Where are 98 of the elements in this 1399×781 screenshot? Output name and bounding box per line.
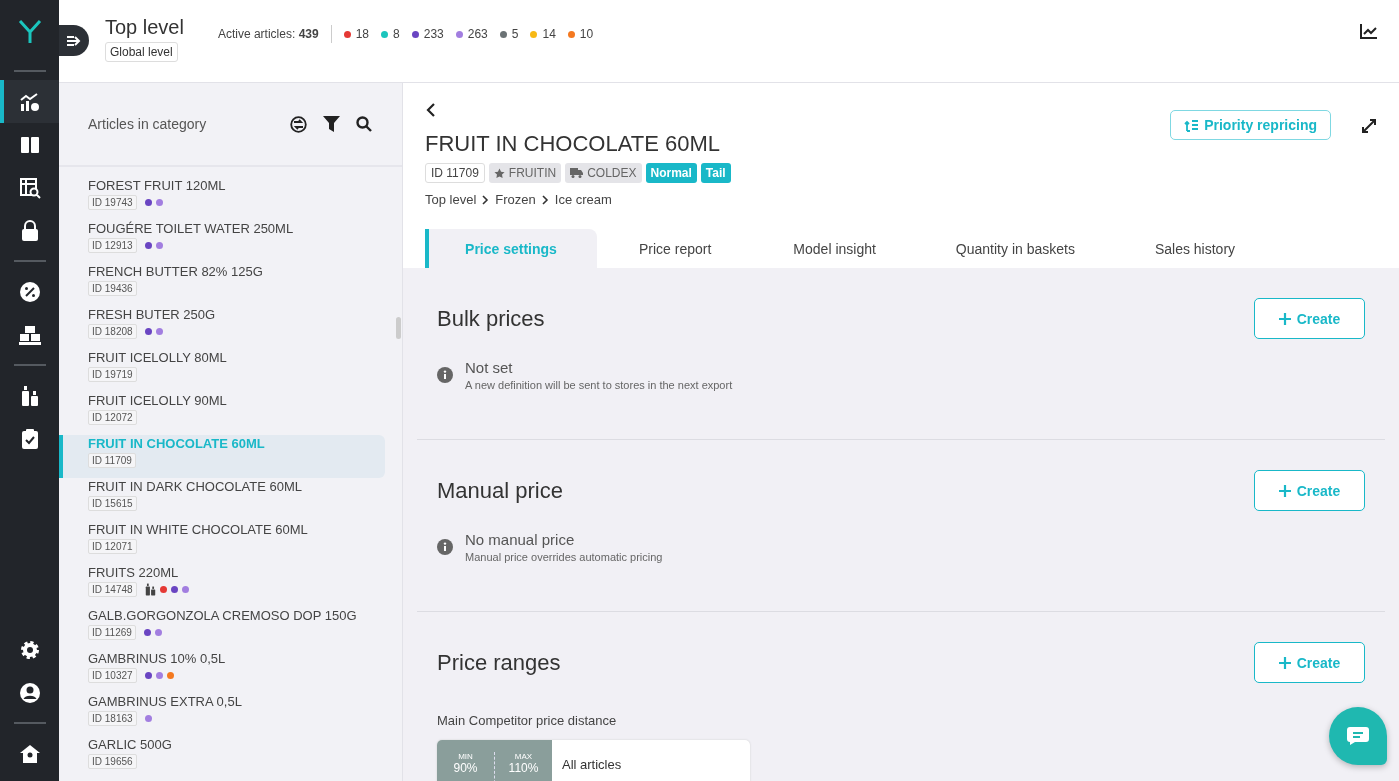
article-id: ID 18163 (88, 711, 137, 726)
table-search-icon (18, 176, 41, 199)
article-id: ID 11709 (88, 453, 136, 468)
chat-icon (1346, 726, 1370, 746)
logo-icon[interactable] (16, 18, 43, 44)
collapse-button[interactable] (59, 25, 89, 56)
article-id: ID 15615 (88, 496, 137, 511)
article-id: ID 12071 (88, 539, 137, 554)
tab[interactable]: Sales history (1114, 229, 1276, 268)
range-label: Main Competitor price distance (437, 713, 618, 728)
tab[interactable]: Quantity in baskets (915, 229, 1115, 268)
article-item[interactable]: GARLIC 500G ID 19656 (59, 736, 385, 779)
article-id: ID 11269 (88, 625, 136, 640)
plus-icon (1278, 312, 1291, 325)
article-id: ID 19719 (88, 367, 137, 382)
brand-tag: FRUITIN (488, 163, 562, 183)
filter-icon[interactable] (323, 116, 340, 132)
max-value: 110% (508, 761, 539, 775)
section-title: Bulk prices (437, 305, 545, 332)
info-icon (437, 367, 453, 383)
article-id: ID 19436 (88, 281, 137, 296)
info-title: Not set (465, 359, 514, 376)
article-item[interactable]: FRUITS 220ML ID 14748 (59, 564, 385, 607)
tab[interactable]: Model insight (753, 229, 916, 268)
clipboard-check-icon (20, 427, 39, 450)
article-item[interactable]: FRESH BUTER 250G ID 18208 (59, 306, 385, 349)
article-item[interactable]: FRUIT IN CHOCOLATE 60ML ID 11709 (59, 435, 385, 478)
section-title: Price ranges (437, 649, 561, 676)
range-scope: All articles (562, 756, 622, 772)
repricing-icon (1184, 118, 1199, 132)
active-articles-count: Active articles: 439 (217, 27, 319, 41)
page-title: Top level (105, 16, 184, 39)
max-label: MAX (514, 752, 533, 761)
settings-icon (18, 638, 41, 661)
scrollbar-thumb[interactable] (396, 317, 401, 339)
plus-icon (1278, 484, 1291, 497)
currency-toggle-icon[interactable] (290, 115, 307, 133)
plus-icon (1278, 656, 1291, 669)
article-item[interactable]: FRUIT ICELOLLY 80ML ID 19719 (59, 349, 385, 392)
article-id: ID 18208 (88, 324, 137, 339)
breadcrumb-link[interactable]: Ice cream (554, 192, 612, 207)
status-count: 263 (467, 27, 488, 41)
level-badge: Global level (105, 42, 178, 62)
breadcrumb-link[interactable]: Top level (425, 192, 477, 207)
expand-icon[interactable] (1361, 118, 1377, 134)
article-id: ID 19743 (88, 195, 137, 210)
status-tag: Tail (700, 163, 731, 183)
info-text: A new definition will be sent to stores in the next export (465, 379, 733, 391)
info-icon (437, 539, 453, 555)
article-item[interactable]: FOUGÉRE TOILET WATER 250ML ID 12913 (59, 220, 385, 263)
info-title: No manual price (465, 531, 576, 548)
nav-item[interactable] (0, 80, 59, 123)
percent-badge-icon (18, 280, 41, 303)
article-item[interactable]: GAMBRINUS 10% 0,5L ID 10327 (59, 650, 385, 693)
min-value: 90% (453, 761, 478, 775)
supplier-tag: COLDEX (565, 163, 642, 183)
article-id: ID 12913 (88, 238, 137, 253)
chevron-icon (482, 194, 490, 205)
article-item[interactable]: FOREST FRUIT 120ML ID 19743 (59, 177, 385, 220)
menu-arrow-icon (67, 34, 81, 47)
home-icon (18, 743, 41, 764)
section-title: Manual price (437, 477, 563, 504)
boxes-icon (18, 324, 41, 345)
article-id: ID 14748 (88, 582, 137, 597)
min-label: MIN (458, 752, 473, 761)
article-item[interactable]: FRUIT IN DARK CHOCOLATE 60ML ID 15615 (59, 478, 385, 521)
article-id: ID 11709 (425, 163, 485, 183)
article-id: ID 12072 (88, 410, 137, 425)
info-text: Manual price overrides automatic pricing (465, 551, 663, 563)
star-icon (493, 167, 505, 179)
breadcrumb-link[interactable]: Frozen (495, 192, 536, 207)
chart-icon[interactable] (1360, 24, 1377, 39)
article-item[interactable]: FRUIT ICELOLLY 90ML ID 12072 (59, 392, 385, 435)
article-item[interactable]: FRUIT IN WHITE CHOCOLATE 60ML ID 12071 (59, 521, 385, 564)
list-title: Articles in category (88, 116, 208, 132)
back-icon[interactable] (425, 103, 437, 117)
chart-gear-icon (18, 90, 41, 113)
chevron-icon (541, 194, 549, 205)
lock-icon (20, 219, 39, 242)
status-count: 18 (355, 27, 370, 41)
truck-icon (570, 168, 584, 178)
status-count: 8 (393, 27, 400, 41)
article-id: ID 19656 (88, 754, 137, 769)
user-icon (18, 681, 41, 704)
status-count: 5 (511, 27, 519, 41)
status-count: 233 (423, 27, 444, 41)
article-item[interactable]: GAMBRINUS EXTRA 0,5L ID 18163 (59, 693, 385, 736)
article-item[interactable]: FRENCH BUTTER 82% 125G ID 19436 (59, 263, 385, 306)
article-title: FRUIT IN CHOCOLATE 60ML (425, 131, 721, 157)
search-icon[interactable] (356, 116, 372, 132)
bottles-icon (20, 384, 39, 407)
columns-icon (19, 134, 40, 155)
article-id: ID 10327 (88, 668, 137, 683)
tab[interactable]: Price report (597, 229, 754, 268)
status-count: 10 (579, 27, 594, 41)
status-tag: Normal (645, 163, 697, 183)
status-count: 14 (542, 27, 556, 41)
article-item[interactable]: GALB.GORGONZOLA CREMOSO DOP 150G ID 11269 (59, 607, 385, 650)
